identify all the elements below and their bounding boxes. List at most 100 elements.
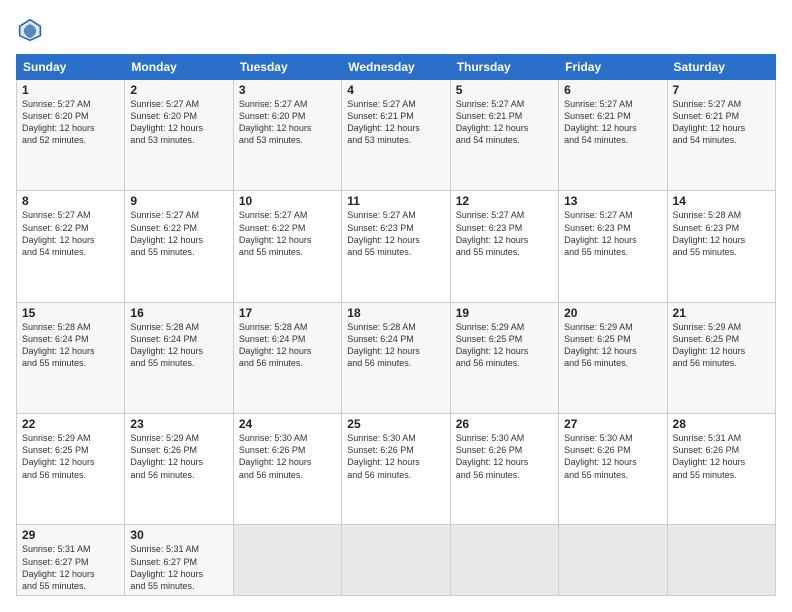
- day-number: 11: [347, 194, 444, 208]
- day-cell: 9Sunrise: 5:27 AM Sunset: 6:22 PM Daylig…: [125, 191, 233, 302]
- day-number: 6: [564, 83, 661, 97]
- day-info: Sunrise: 5:29 AM Sunset: 6:25 PM Dayligh…: [564, 321, 661, 370]
- day-cell: 13Sunrise: 5:27 AM Sunset: 6:23 PM Dayli…: [559, 191, 667, 302]
- day-cell: 22Sunrise: 5:29 AM Sunset: 6:25 PM Dayli…: [17, 414, 125, 525]
- header-sunday: Sunday: [17, 55, 125, 80]
- day-number: 23: [130, 417, 227, 431]
- day-cell: 18Sunrise: 5:28 AM Sunset: 6:24 PM Dayli…: [342, 302, 450, 413]
- calendar-table: SundayMondayTuesdayWednesdayThursdayFrid…: [16, 54, 776, 596]
- week-row-4: 29Sunrise: 5:31 AM Sunset: 6:27 PM Dayli…: [17, 525, 776, 596]
- week-row-2: 15Sunrise: 5:28 AM Sunset: 6:24 PM Dayli…: [17, 302, 776, 413]
- day-number: 28: [673, 417, 770, 431]
- day-number: 25: [347, 417, 444, 431]
- day-info: Sunrise: 5:27 AM Sunset: 6:21 PM Dayligh…: [347, 98, 444, 147]
- week-row-1: 8Sunrise: 5:27 AM Sunset: 6:22 PM Daylig…: [17, 191, 776, 302]
- day-cell: 16Sunrise: 5:28 AM Sunset: 6:24 PM Dayli…: [125, 302, 233, 413]
- day-cell: 17Sunrise: 5:28 AM Sunset: 6:24 PM Dayli…: [233, 302, 341, 413]
- day-cell: 24Sunrise: 5:30 AM Sunset: 6:26 PM Dayli…: [233, 414, 341, 525]
- day-number: 2: [130, 83, 227, 97]
- logo: [16, 16, 48, 44]
- day-info: Sunrise: 5:28 AM Sunset: 6:24 PM Dayligh…: [130, 321, 227, 370]
- day-info: Sunrise: 5:27 AM Sunset: 6:22 PM Dayligh…: [22, 209, 119, 258]
- day-info: Sunrise: 5:27 AM Sunset: 6:23 PM Dayligh…: [347, 209, 444, 258]
- day-number: 7: [673, 83, 770, 97]
- day-cell: 12Sunrise: 5:27 AM Sunset: 6:23 PM Dayli…: [450, 191, 558, 302]
- day-info: Sunrise: 5:31 AM Sunset: 6:26 PM Dayligh…: [673, 432, 770, 481]
- day-info: Sunrise: 5:27 AM Sunset: 6:23 PM Dayligh…: [564, 209, 661, 258]
- day-info: Sunrise: 5:27 AM Sunset: 6:21 PM Dayligh…: [673, 98, 770, 147]
- day-number: 13: [564, 194, 661, 208]
- day-number: 10: [239, 194, 336, 208]
- day-number: 3: [239, 83, 336, 97]
- day-info: Sunrise: 5:30 AM Sunset: 6:26 PM Dayligh…: [347, 432, 444, 481]
- day-number: 5: [456, 83, 553, 97]
- day-info: Sunrise: 5:27 AM Sunset: 6:22 PM Dayligh…: [239, 209, 336, 258]
- day-info: Sunrise: 5:29 AM Sunset: 6:25 PM Dayligh…: [22, 432, 119, 481]
- day-number: 12: [456, 194, 553, 208]
- day-cell: 6Sunrise: 5:27 AM Sunset: 6:21 PM Daylig…: [559, 80, 667, 191]
- day-cell: [342, 525, 450, 596]
- day-info: Sunrise: 5:29 AM Sunset: 6:25 PM Dayligh…: [456, 321, 553, 370]
- day-info: Sunrise: 5:31 AM Sunset: 6:27 PM Dayligh…: [130, 543, 227, 592]
- day-number: 17: [239, 306, 336, 320]
- day-cell: 25Sunrise: 5:30 AM Sunset: 6:26 PM Dayli…: [342, 414, 450, 525]
- header-wednesday: Wednesday: [342, 55, 450, 80]
- day-cell: 5Sunrise: 5:27 AM Sunset: 6:21 PM Daylig…: [450, 80, 558, 191]
- header-friday: Friday: [559, 55, 667, 80]
- header-tuesday: Tuesday: [233, 55, 341, 80]
- day-cell: [233, 525, 341, 596]
- header-monday: Monday: [125, 55, 233, 80]
- day-cell: 10Sunrise: 5:27 AM Sunset: 6:22 PM Dayli…: [233, 191, 341, 302]
- day-number: 21: [673, 306, 770, 320]
- day-number: 22: [22, 417, 119, 431]
- day-number: 9: [130, 194, 227, 208]
- day-cell: 28Sunrise: 5:31 AM Sunset: 6:26 PM Dayli…: [667, 414, 775, 525]
- day-number: 20: [564, 306, 661, 320]
- day-info: Sunrise: 5:30 AM Sunset: 6:26 PM Dayligh…: [456, 432, 553, 481]
- day-number: 30: [130, 528, 227, 542]
- day-cell: 19Sunrise: 5:29 AM Sunset: 6:25 PM Dayli…: [450, 302, 558, 413]
- week-row-3: 22Sunrise: 5:29 AM Sunset: 6:25 PM Dayli…: [17, 414, 776, 525]
- day-cell: 26Sunrise: 5:30 AM Sunset: 6:26 PM Dayli…: [450, 414, 558, 525]
- day-number: 8: [22, 194, 119, 208]
- header-thursday: Thursday: [450, 55, 558, 80]
- day-cell: 27Sunrise: 5:30 AM Sunset: 6:26 PM Dayli…: [559, 414, 667, 525]
- day-info: Sunrise: 5:29 AM Sunset: 6:26 PM Dayligh…: [130, 432, 227, 481]
- day-info: Sunrise: 5:28 AM Sunset: 6:24 PM Dayligh…: [239, 321, 336, 370]
- day-info: Sunrise: 5:29 AM Sunset: 6:25 PM Dayligh…: [673, 321, 770, 370]
- day-cell: 23Sunrise: 5:29 AM Sunset: 6:26 PM Dayli…: [125, 414, 233, 525]
- day-cell: 1Sunrise: 5:27 AM Sunset: 6:20 PM Daylig…: [17, 80, 125, 191]
- day-info: Sunrise: 5:27 AM Sunset: 6:20 PM Dayligh…: [130, 98, 227, 147]
- logo-icon: [16, 16, 44, 44]
- day-cell: 4Sunrise: 5:27 AM Sunset: 6:21 PM Daylig…: [342, 80, 450, 191]
- day-cell: 29Sunrise: 5:31 AM Sunset: 6:27 PM Dayli…: [17, 525, 125, 596]
- day-number: 15: [22, 306, 119, 320]
- day-number: 1: [22, 83, 119, 97]
- day-cell: [450, 525, 558, 596]
- header-row: SundayMondayTuesdayWednesdayThursdayFrid…: [17, 55, 776, 80]
- day-info: Sunrise: 5:27 AM Sunset: 6:20 PM Dayligh…: [22, 98, 119, 147]
- day-cell: 20Sunrise: 5:29 AM Sunset: 6:25 PM Dayli…: [559, 302, 667, 413]
- day-info: Sunrise: 5:27 AM Sunset: 6:21 PM Dayligh…: [456, 98, 553, 147]
- day-cell: [667, 525, 775, 596]
- day-info: Sunrise: 5:27 AM Sunset: 6:20 PM Dayligh…: [239, 98, 336, 147]
- day-number: 18: [347, 306, 444, 320]
- day-info: Sunrise: 5:30 AM Sunset: 6:26 PM Dayligh…: [239, 432, 336, 481]
- day-cell: 2Sunrise: 5:27 AM Sunset: 6:20 PM Daylig…: [125, 80, 233, 191]
- week-row-0: 1Sunrise: 5:27 AM Sunset: 6:20 PM Daylig…: [17, 80, 776, 191]
- day-number: 27: [564, 417, 661, 431]
- day-number: 16: [130, 306, 227, 320]
- day-cell: 30Sunrise: 5:31 AM Sunset: 6:27 PM Dayli…: [125, 525, 233, 596]
- day-info: Sunrise: 5:28 AM Sunset: 6:24 PM Dayligh…: [22, 321, 119, 370]
- day-cell: 14Sunrise: 5:28 AM Sunset: 6:23 PM Dayli…: [667, 191, 775, 302]
- day-number: 19: [456, 306, 553, 320]
- page-header: [16, 16, 776, 44]
- day-info: Sunrise: 5:31 AM Sunset: 6:27 PM Dayligh…: [22, 543, 119, 592]
- header-saturday: Saturday: [667, 55, 775, 80]
- day-number: 26: [456, 417, 553, 431]
- day-number: 29: [22, 528, 119, 542]
- day-info: Sunrise: 5:27 AM Sunset: 6:21 PM Dayligh…: [564, 98, 661, 147]
- day-info: Sunrise: 5:28 AM Sunset: 6:24 PM Dayligh…: [347, 321, 444, 370]
- day-cell: 21Sunrise: 5:29 AM Sunset: 6:25 PM Dayli…: [667, 302, 775, 413]
- day-info: Sunrise: 5:27 AM Sunset: 6:22 PM Dayligh…: [130, 209, 227, 258]
